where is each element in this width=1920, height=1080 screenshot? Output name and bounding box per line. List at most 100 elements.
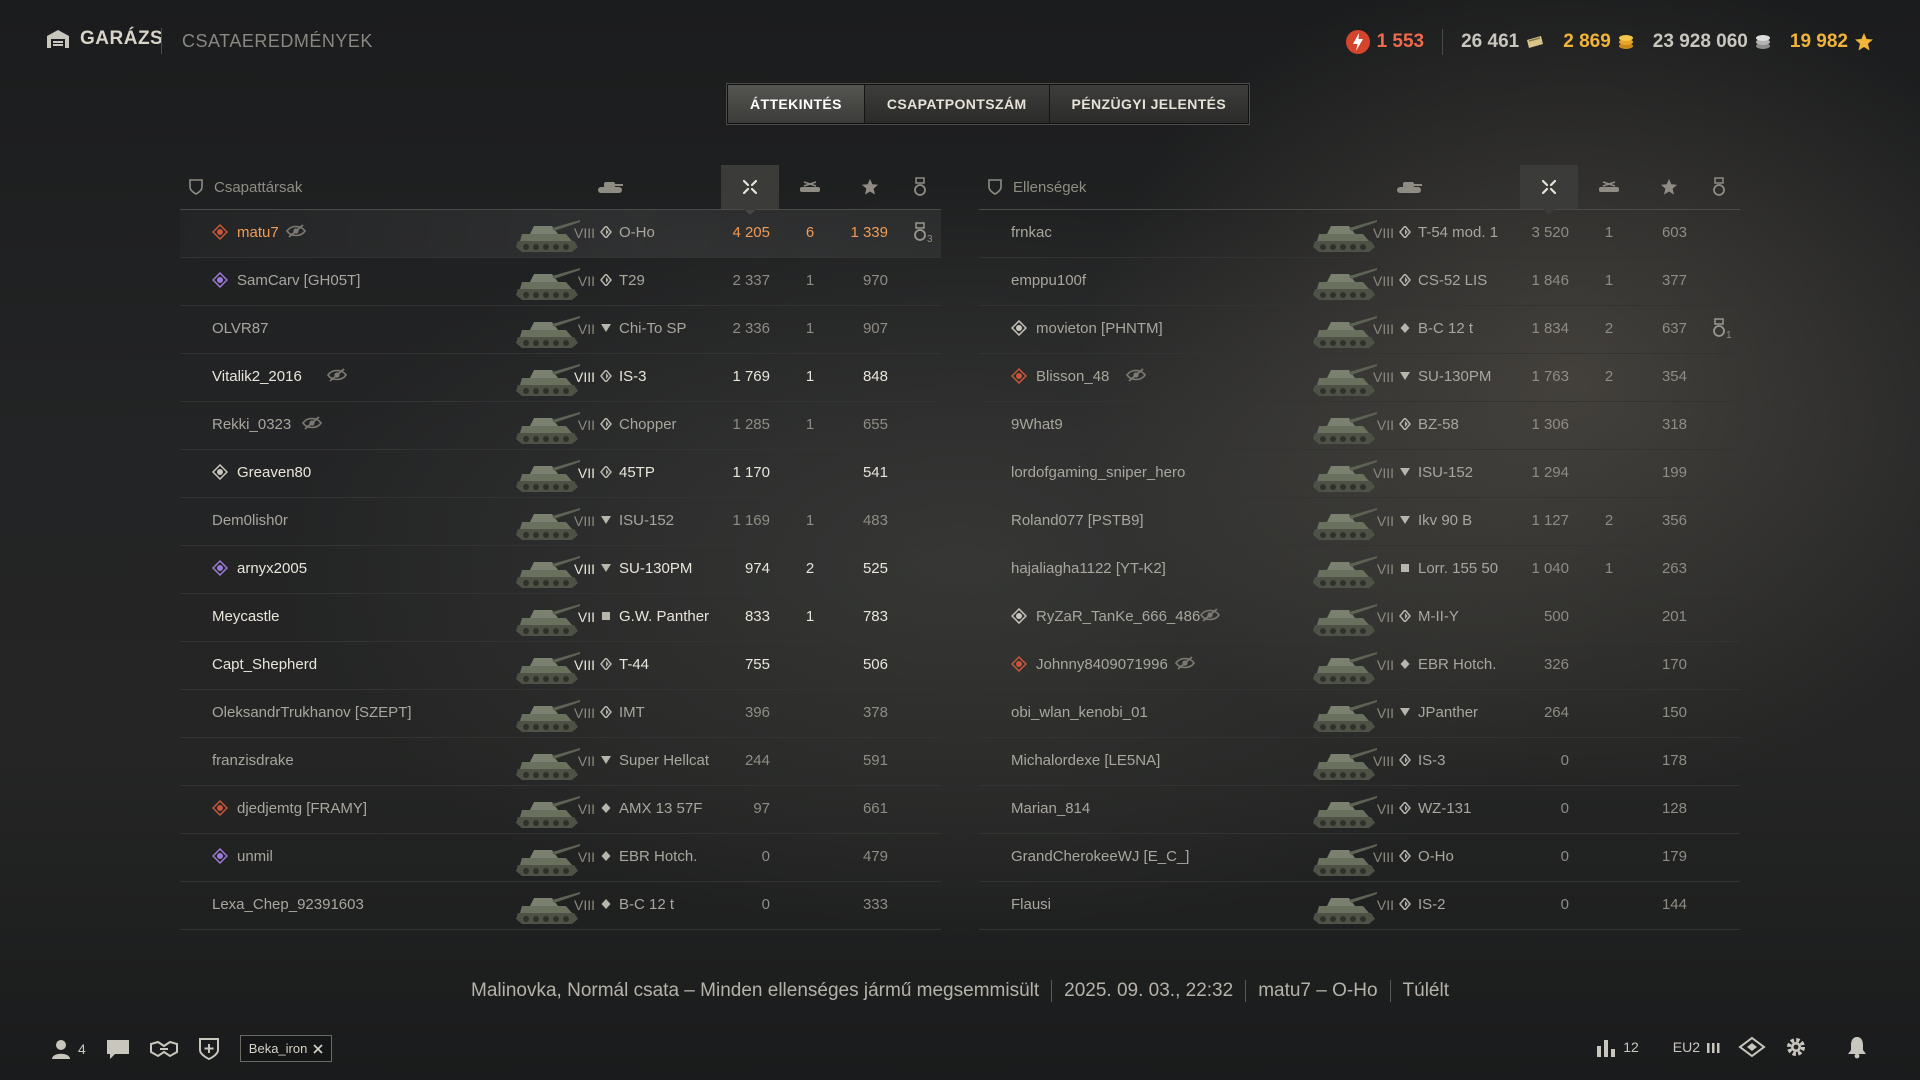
clan-plus-icon[interactable] xyxy=(198,1037,220,1061)
player-name[interactable]: Greaven80 xyxy=(237,464,311,481)
player-row[interactable]: frnkac VIII T-54 mod. 13 520 1 603 xyxy=(979,210,1740,258)
player-name[interactable]: OLVR87 xyxy=(212,320,268,337)
player-row[interactable]: hajaliagha1122 [YT-K2] VII Lorr. 155 50 1 0… xyxy=(979,546,1740,594)
medal-column-header[interactable] xyxy=(900,165,940,209)
hidden-eye-icon[interactable] xyxy=(1200,607,1220,623)
player-name[interactable]: lordofgaming_sniper_hero xyxy=(1011,464,1185,481)
player-row[interactable]: Lexa_Chep_92391603 VIII B-C 12 t 0 333 xyxy=(180,882,941,930)
friends-icon[interactable] xyxy=(50,1038,72,1060)
player-row[interactable]: obi_wlan_kenobi_01 VII JPanther 264 150 xyxy=(979,690,1740,738)
medal-column-header[interactable] xyxy=(1699,165,1739,209)
player-row[interactable]: RyZaR_TanKe_666_486 VII M-II-Y 500 201 xyxy=(979,594,1740,642)
player-name[interactable]: arnyx2005 xyxy=(237,560,307,577)
player-name[interactable]: Flausi xyxy=(1011,896,1051,913)
hidden-eye-icon[interactable] xyxy=(1175,655,1195,671)
player-row[interactable]: Flausi VII IS-2 0 144 xyxy=(979,882,1740,930)
player-name[interactable]: SamCarv [GH05T] xyxy=(237,272,360,289)
player-name[interactable]: Marian_814 xyxy=(1011,800,1090,817)
free-xp-counter[interactable]: 1 553 xyxy=(1345,29,1424,55)
player-name[interactable]: unmil xyxy=(237,848,273,865)
player-name[interactable]: Vitalik2_2016 xyxy=(212,368,302,385)
player-row[interactable]: Greaven80 VII 45TP 1 170 541 xyxy=(180,450,941,498)
player-name[interactable]: djedjemtg [FRAMY] xyxy=(237,800,367,817)
player-row[interactable]: movieton [PHNTM] VIII B-C 12 t1 834 2 637 1 xyxy=(979,306,1740,354)
hidden-eye-icon[interactable] xyxy=(1126,367,1146,383)
battle-mode-icon[interactable] xyxy=(1738,1036,1766,1058)
player-row[interactable]: arnyx2005 VIII SU-130PM 974 2 525 xyxy=(180,546,941,594)
player-row[interactable]: Meycastle VII G.W. Panther 833 1 783 xyxy=(180,594,941,642)
player-name[interactable]: Johnny8409071996 xyxy=(1036,656,1168,673)
close-icon[interactable] xyxy=(313,1043,323,1054)
player-row[interactable]: Rekki_0323 VII Chopper 1 285 1 655 xyxy=(180,402,941,450)
xp-column-header[interactable] xyxy=(1639,165,1699,209)
player-name[interactable]: Meycastle xyxy=(212,608,280,625)
medal-icon[interactable] xyxy=(1712,318,1726,338)
hidden-eye-icon[interactable] xyxy=(327,367,347,383)
tab-financial-report[interactable]: PÉNZÜGYI JELENTÉS xyxy=(1049,85,1249,123)
player-row[interactable]: Michalordexe [LE5NA] VIII IS-3 0 178 xyxy=(979,738,1740,786)
player-name[interactable]: RyZaR_TanKe_666_486 xyxy=(1036,608,1200,625)
vehicle-column-header[interactable] xyxy=(1379,165,1439,209)
player-name[interactable]: obi_wlan_kenobi_01 xyxy=(1011,704,1148,721)
player-name[interactable]: Lexa_Chep_92391603 xyxy=(212,896,364,913)
stats-icon[interactable] xyxy=(1595,1036,1617,1058)
tab-overview[interactable]: ÁTTEKINTÉS xyxy=(728,85,865,123)
player-name[interactable]: Capt_Shepherd xyxy=(212,656,317,673)
garage-button[interactable]: GARÁZS xyxy=(46,28,163,50)
player-row[interactable]: Marian_814 VII WZ-131 0 128 xyxy=(979,786,1740,834)
handshake-icon[interactable] xyxy=(149,1038,178,1060)
hidden-eye-icon[interactable] xyxy=(302,415,322,431)
player-row[interactable]: Johnny8409071996 VII EBR Hotch. 326 170 xyxy=(979,642,1740,690)
damage-column-header[interactable] xyxy=(721,165,779,215)
medal-icon[interactable] xyxy=(913,222,927,242)
vehicle-tier: VIII xyxy=(1372,321,1394,337)
clan-emblem-icon xyxy=(1011,368,1027,384)
xp-column-header[interactable] xyxy=(840,165,900,209)
kills-column-header[interactable] xyxy=(780,165,840,209)
player-name[interactable]: Roland077 [PSTB9] xyxy=(1011,512,1144,529)
player-row[interactable]: OleksandrTrukhanov [SZEPT] VIII IMT 396 378 xyxy=(180,690,941,738)
credits-counter[interactable]: 23 928 060 xyxy=(1653,31,1772,53)
player-name[interactable]: Michalordexe [LE5NA] xyxy=(1011,752,1160,769)
player-name[interactable]: franzisdrake xyxy=(212,752,294,769)
player-row[interactable]: GrandCherokeeWJ [E_C_] VIII O-Ho 0 179 xyxy=(979,834,1740,882)
settings-gear-icon[interactable] xyxy=(1784,1035,1808,1059)
player-name[interactable]: movieton [PHNTM] xyxy=(1036,320,1163,337)
player-row[interactable]: matu7 VIII O-Ho 4 205 6 1 339 3 xyxy=(180,210,941,258)
kills-column-header[interactable] xyxy=(1579,165,1639,209)
player-name[interactable]: GrandCherokeeWJ [E_C_] xyxy=(1011,848,1189,865)
vehicle-column-header[interactable] xyxy=(580,165,640,209)
player-name[interactable]: hajaliagha1122 [YT-K2] xyxy=(1011,560,1166,577)
player-row[interactable]: franzisdrake VII Super Hellcat 244 591 xyxy=(180,738,941,786)
player-name[interactable]: matu7 xyxy=(237,224,279,241)
player-name[interactable]: frnkac xyxy=(1011,224,1052,241)
player-row[interactable]: Vitalik2_2016 VIII IS-3 1 769 1 848 xyxy=(180,354,941,402)
player-chip[interactable]: Beka_iron xyxy=(239,1035,333,1062)
player-name[interactable]: emppu100f xyxy=(1011,272,1086,289)
player-name[interactable]: Blisson_48 xyxy=(1036,368,1109,385)
hidden-eye-icon[interactable] xyxy=(286,223,306,239)
player-name[interactable]: Dem0lish0r xyxy=(212,512,288,529)
gold-counter[interactable]: 2 869 xyxy=(1563,31,1635,53)
player-row[interactable]: Roland077 [PSTB9] VII Ikv 90 B1 127 2 356 xyxy=(979,498,1740,546)
player-name[interactable]: OleksandrTrukhanov [SZEPT] xyxy=(212,704,412,721)
experience-counter[interactable]: 19 982 xyxy=(1790,31,1874,53)
player-row[interactable]: djedjemtg [FRAMY] VII AMX 13 57F 97 661 xyxy=(180,786,941,834)
player-row[interactable]: lordofgaming_sniper_hero VIII ISU-152 1 294… xyxy=(979,450,1740,498)
player-row[interactable]: emppu100f VIII CS-52 LIS 1 846 1 377 xyxy=(979,258,1740,306)
damage-column-header[interactable] xyxy=(1520,165,1578,215)
chat-icon[interactable] xyxy=(106,1038,130,1060)
server-label[interactable]: EU2 xyxy=(1673,1039,1700,1055)
player-row[interactable]: OLVR87 VII Chi-To SP 2 336 1 907 xyxy=(180,306,941,354)
player-row[interactable]: unmil VII EBR Hotch. 0 479 xyxy=(180,834,941,882)
bonds-counter[interactable]: 26 461 xyxy=(1461,31,1545,53)
tab-team-score[interactable]: CSAPATPONTSZÁM xyxy=(864,85,1050,123)
player-row[interactable]: Capt_Shepherd VIII T-44 755 506 xyxy=(180,642,941,690)
player-name[interactable]: 9What9 xyxy=(1011,416,1063,433)
player-row[interactable]: 9What9 VII BZ-58 1 306 318 xyxy=(979,402,1740,450)
player-row[interactable]: Dem0lish0r VIII ISU-152 1 169 1 483 xyxy=(180,498,941,546)
player-name[interactable]: Rekki_0323 xyxy=(212,416,291,433)
player-row[interactable]: SamCarv [GH05T] VII T29 2 337 1 970 xyxy=(180,258,941,306)
notifications-bell-icon[interactable] xyxy=(1846,1035,1868,1059)
player-row[interactable]: Blisson_48 VIII SU-130PM 1 763 2 354 xyxy=(979,354,1740,402)
